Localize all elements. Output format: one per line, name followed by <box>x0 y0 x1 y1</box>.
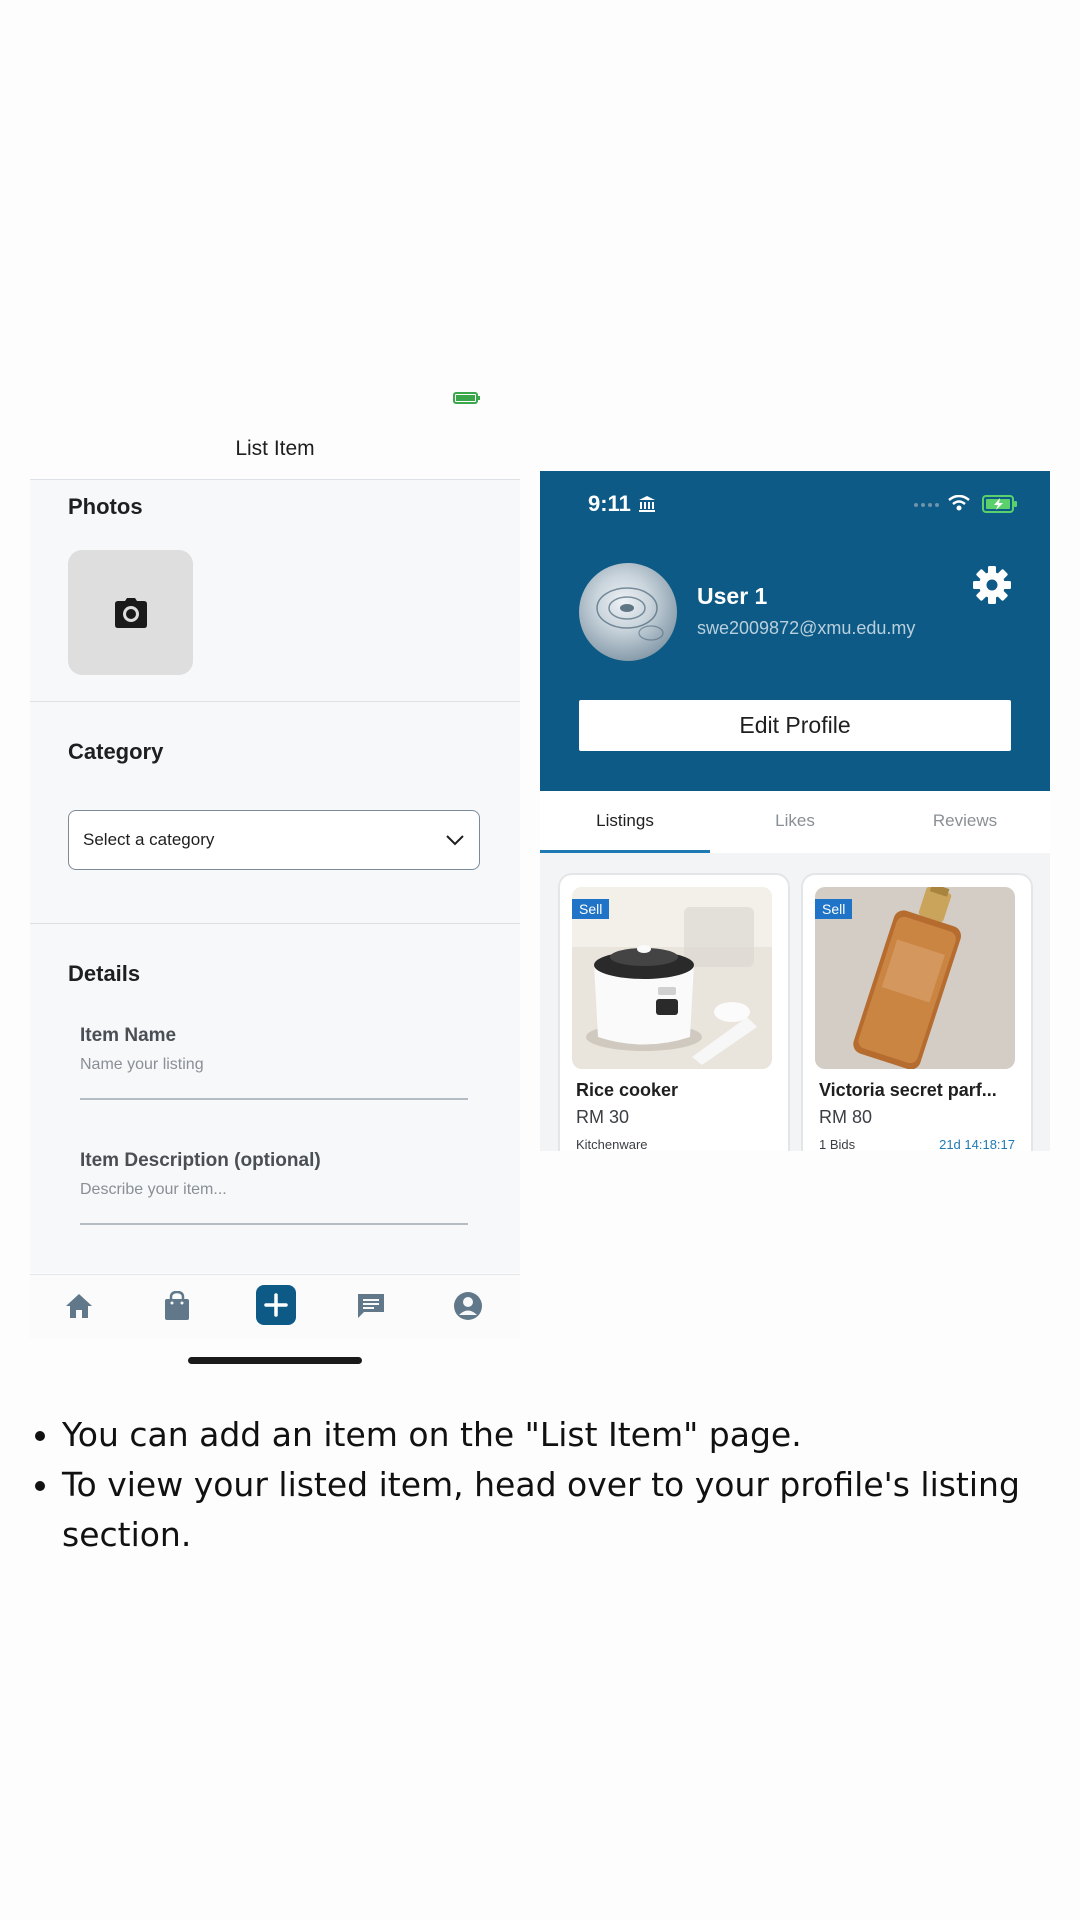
status-time: 9:11 <box>588 491 631 516</box>
item-name-label: Item Name <box>80 1025 177 1046</box>
user-name: User 1 <box>697 583 768 609</box>
item-name-underline <box>80 1098 468 1100</box>
listing-image: Sell <box>572 887 772 1069</box>
item-description-label: Item Description (optional) <box>80 1150 321 1171</box>
battery-icon <box>453 392 480 404</box>
item-description-input[interactable]: Describe your item... <box>80 1181 227 1199</box>
instruction-item: You can add an item on the "List Item" p… <box>62 1410 1066 1460</box>
item-description-underline <box>80 1223 468 1225</box>
shopping-bag-icon[interactable] <box>160 1289 194 1323</box>
instruction-item: To view your listed item, head over to y… <box>62 1460 1066 1560</box>
profile-header: 9:11 User 1 swe2009872@xmu.edu.my Edit P… <box>540 471 1050 791</box>
listing-title: Victoria secret parf... <box>819 1080 997 1100</box>
chevron-down-icon <box>446 835 464 846</box>
tab-likes[interactable]: Likes <box>710 811 880 831</box>
listing-card[interactable]: Sell Rice cooker RM 30 Kitchenware <box>558 873 790 1151</box>
wifi-icon <box>948 495 970 511</box>
profile-tabs: Listings Likes Reviews <box>540 791 1050 854</box>
item-name-input[interactable]: Name your listing <box>80 1056 204 1074</box>
tab-reviews[interactable]: Reviews <box>880 811 1050 831</box>
tab-listings[interactable]: Listings <box>540 811 710 831</box>
home-indicator <box>188 1357 362 1364</box>
list-item-form: Photos Category Select a category Detail… <box>30 479 520 1273</box>
listing-image: Sell <box>815 887 1015 1069</box>
details-heading: Details <box>68 961 141 986</box>
gear-icon[interactable] <box>972 565 1012 605</box>
divider <box>30 701 520 702</box>
add-photo-button[interactable] <box>68 550 193 675</box>
account-icon[interactable] <box>451 1289 485 1323</box>
divider <box>30 923 520 924</box>
listing-price: RM 30 <box>576 1107 630 1127</box>
listing-price: RM 80 <box>819 1107 873 1127</box>
photos-heading: Photos <box>68 494 143 519</box>
category-select[interactable]: Select a category <box>68 810 480 870</box>
signal-icon <box>914 503 939 507</box>
page-title: List Item <box>235 437 315 460</box>
instructions: You can add an item on the "List Item" p… <box>26 1410 1066 1560</box>
bottom-navigation <box>30 1274 520 1339</box>
listing-category: Kitchenware <box>576 1137 648 1151</box>
avatar[interactable] <box>579 563 677 661</box>
chat-icon[interactable] <box>354 1289 388 1323</box>
camera-icon <box>114 597 147 628</box>
profile-screen: 9:11 User 1 swe2009872@xmu.edu.my Edit P… <box>540 471 1050 1151</box>
bank-icon <box>639 496 655 512</box>
listing-bids: 1 Bids <box>819 1137 856 1151</box>
listing-title: Rice cooker <box>576 1080 679 1100</box>
home-icon[interactable] <box>62 1289 96 1323</box>
sell-badge: Sell <box>815 899 853 919</box>
sell-badge: Sell <box>572 899 610 919</box>
edit-profile-button[interactable]: Edit Profile <box>579 700 1011 751</box>
add-icon[interactable] <box>256 1285 296 1325</box>
battery-charging-icon <box>982 495 1017 513</box>
category-heading: Category <box>68 739 164 764</box>
listing-time-remaining: 21d 14:18:17 <box>939 1137 1015 1151</box>
listing-card[interactable]: Sell Victoria secret parf... RM 80 1 Bid… <box>801 873 1033 1151</box>
listings-grid: Sell Rice cooker RM 30 Kitchenware Sell … <box>540 853 1050 1151</box>
category-select-value: Select a category <box>83 830 215 849</box>
user-email: swe2009872@xmu.edu.my <box>697 618 916 638</box>
